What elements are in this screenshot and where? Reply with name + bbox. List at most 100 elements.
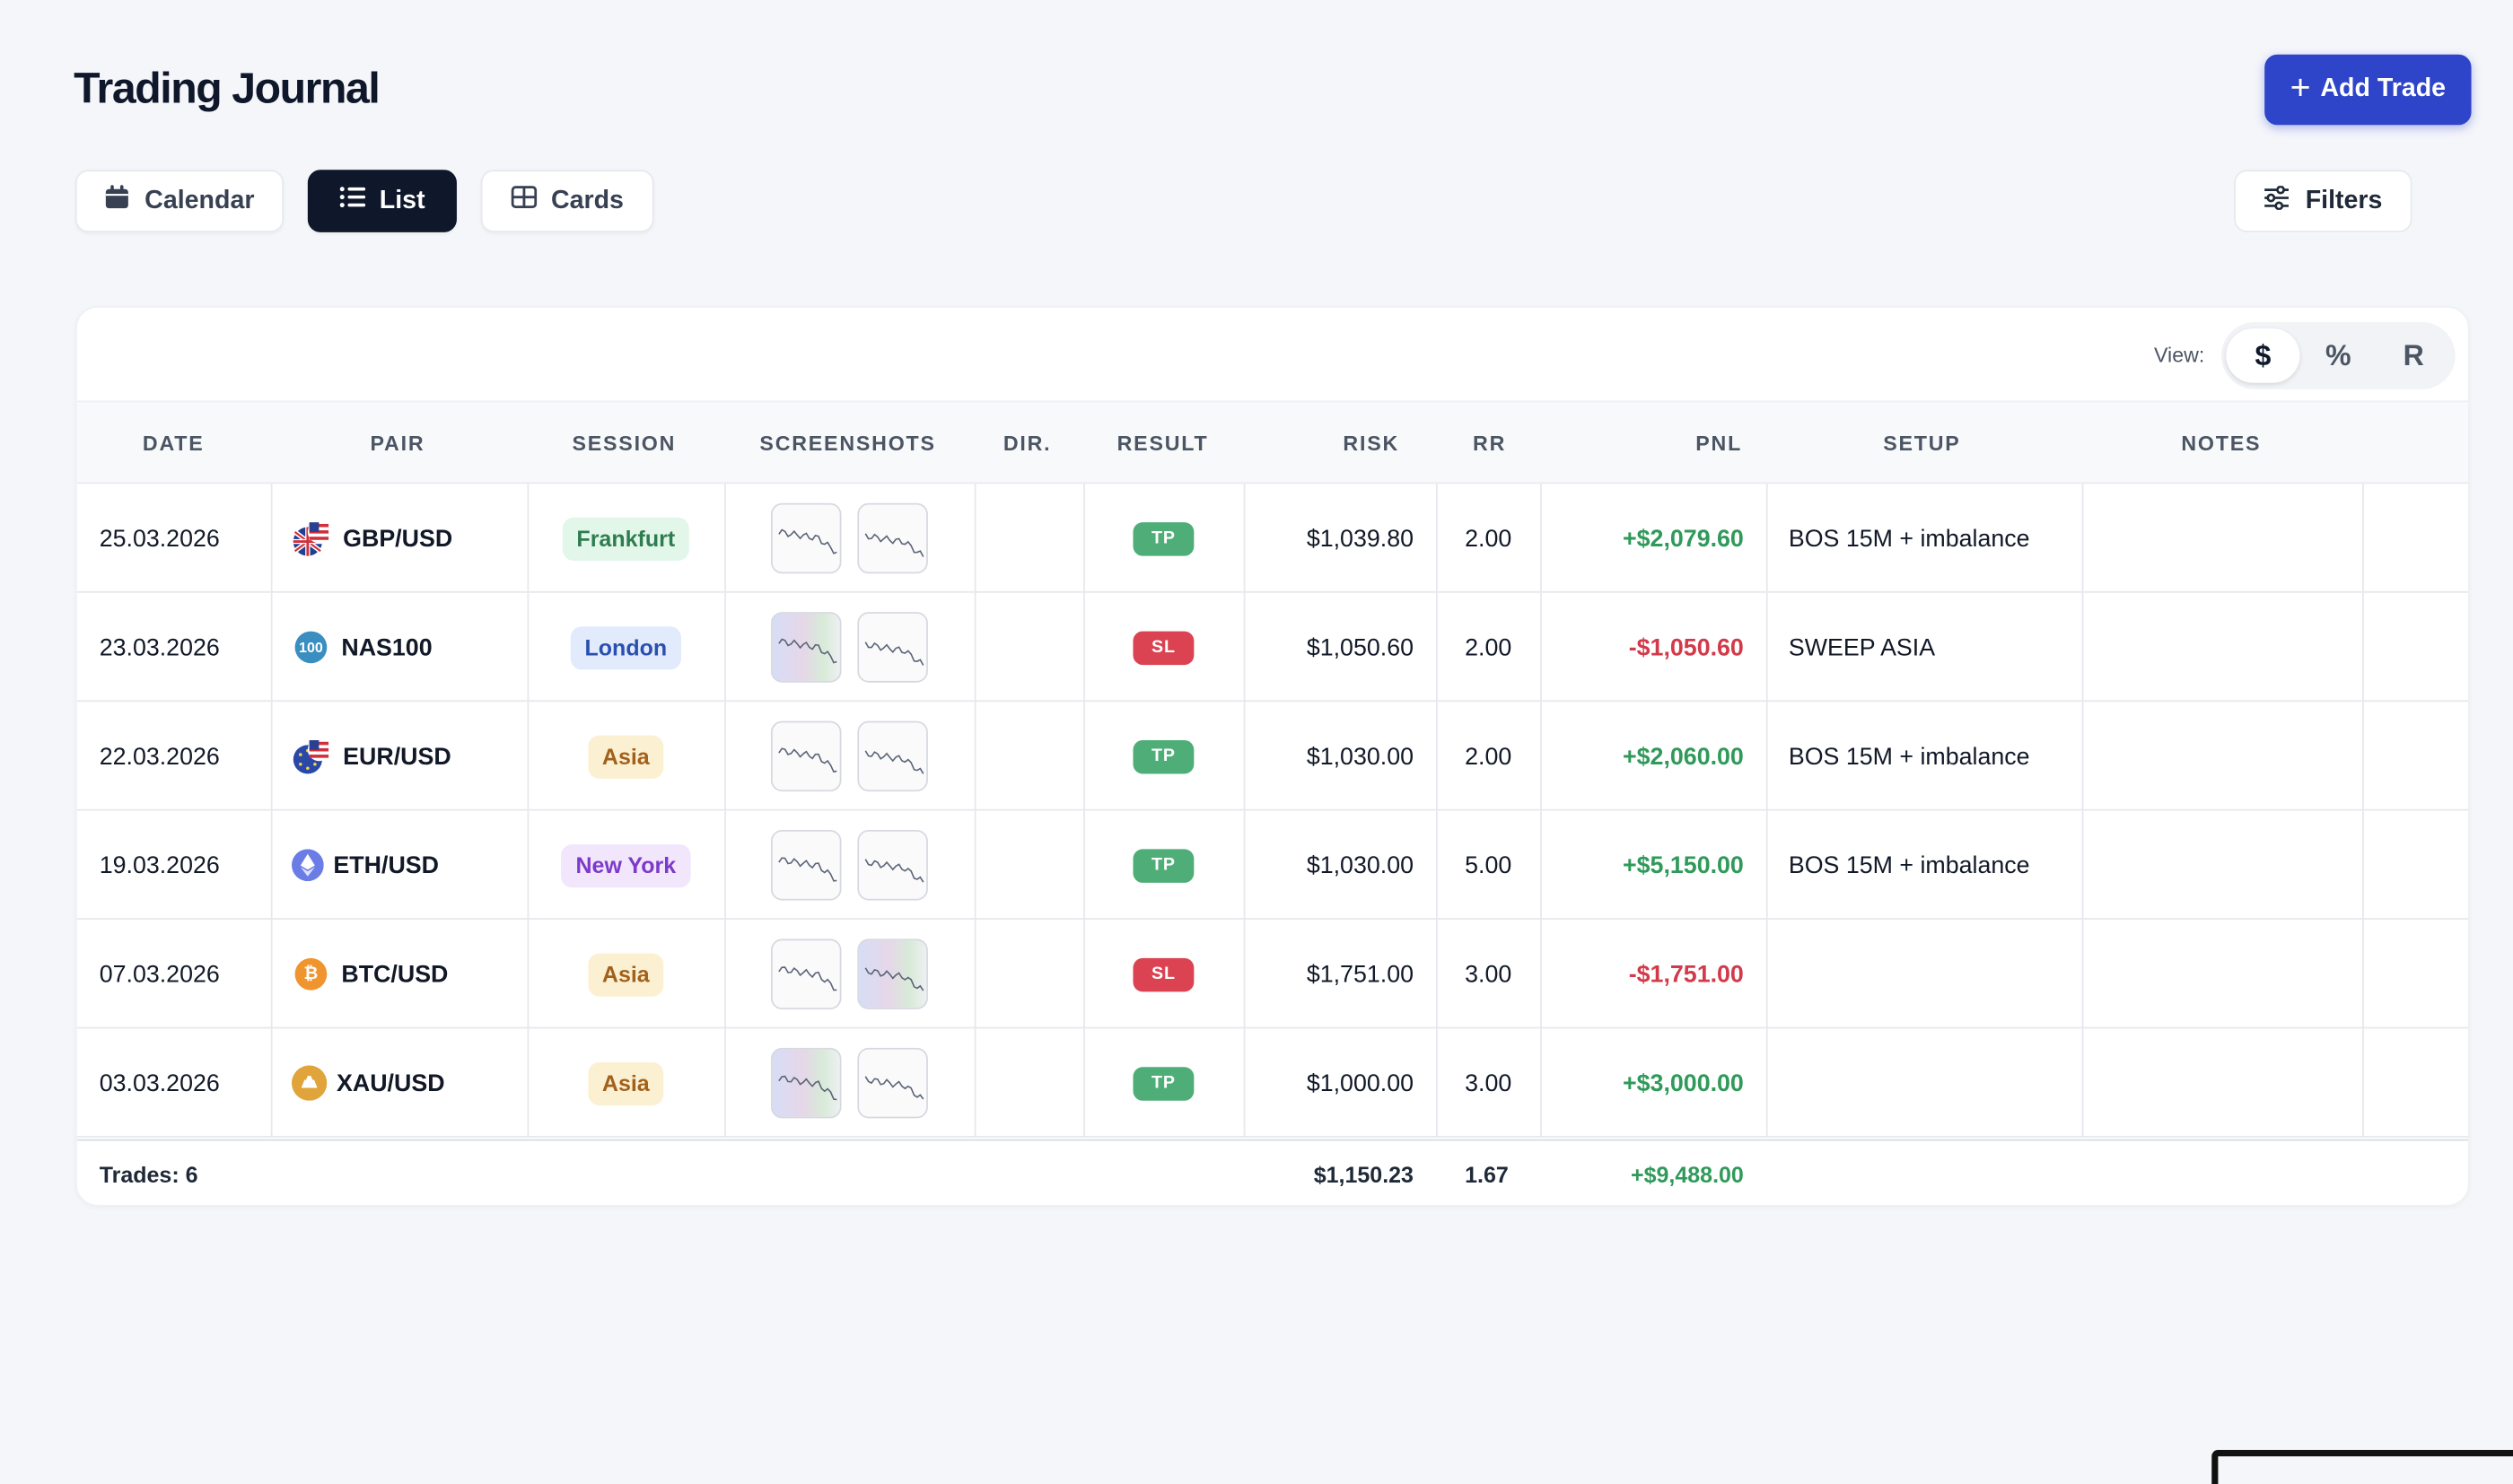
trade-pair: ETH/USD: [291, 811, 440, 920]
trade-pair-label: XAU/USD: [336, 1069, 445, 1097]
session-badge: London: [570, 625, 682, 669]
trade-pair: EUR/USD: [292, 702, 451, 810]
trade-session: New York: [527, 811, 724, 920]
trade-risk: $1,000.00: [1306, 1069, 1414, 1097]
gbp-usd-flag-icon: [292, 519, 333, 558]
trade-session: Frankfurt: [527, 484, 724, 592]
trade-result: TP: [1132, 811, 1195, 920]
screenshot-thumbnail[interactable]: [857, 1047, 928, 1119]
screenshot-thumbnail[interactable]: [770, 502, 842, 574]
plus-icon: +: [2290, 66, 2311, 108]
grid-icon: [511, 186, 537, 216]
column-direction[interactable]: Dir.: [1003, 431, 1052, 455]
table-row[interactable]: 07.03.2026 ₿ BTC/USD Asia SL $1,751.00 3.00 -$1…: [76, 919, 2468, 1029]
column-notes[interactable]: Notes: [2181, 431, 2261, 455]
trade-pair: GBP/USD: [292, 484, 452, 592]
column-pnl[interactable]: PNL: [1695, 431, 1742, 455]
display-mode-dollar[interactable]: $: [2226, 328, 2300, 383]
tab-list[interactable]: List: [307, 170, 457, 232]
filters-button[interactable]: Filters: [2234, 170, 2412, 232]
trades-count: Trades: 6: [99, 1161, 198, 1188]
bitcoin-icon: ₿: [294, 957, 328, 991]
nas100-icon: 100: [294, 631, 328, 664]
table-row[interactable]: 23.03.2026 100 NAS100 London SL $1,050.60 2.00…: [76, 592, 2468, 703]
screenshot-thumbnail[interactable]: [770, 720, 842, 792]
average-risk: $1,150.23: [1313, 1161, 1414, 1188]
column-session[interactable]: Session: [572, 431, 676, 455]
screenshot-thumbnail[interactable]: [770, 829, 842, 901]
table-row[interactable]: 22.03.2026 EUR/USD Asia TP $1,030.00 2.00 +$2,…: [76, 702, 2468, 811]
table-header: Date Pair Session Screenshots Dir. Resul…: [76, 400, 2468, 484]
trade-screenshots: [770, 920, 928, 1028]
trade-screenshots: [770, 593, 928, 702]
trade-pnl: +$5,150.00: [1623, 851, 1744, 879]
trade-session: Asia: [527, 920, 724, 1028]
table-row[interactable]: 19.03.2026 ETH/USD New York TP $1,030.00 5.00…: [76, 810, 2468, 920]
tab-cards[interactable]: Cards: [480, 170, 654, 232]
tab-calendar[interactable]: Calendar: [74, 170, 285, 232]
trade-risk: $1,050.60: [1306, 633, 1414, 661]
trade-screenshots: [770, 702, 928, 810]
trading-journal-page: Trading Journal + Add Trade Calendar Lis…: [0, 0, 2513, 1484]
trade-setup: SWEEP ASIA: [1788, 633, 1936, 661]
trade-setup: BOS 15M + imbalance: [1788, 742, 2030, 771]
column-risk[interactable]: Risk: [1343, 431, 1399, 455]
average-rr: 1.67: [1465, 1161, 1509, 1188]
trade-pair-label: ETH/USD: [333, 851, 440, 879]
screenshot-thumbnail[interactable]: [857, 938, 928, 1009]
trade-rr: 3.00: [1465, 960, 1512, 988]
column-result[interactable]: Result: [1117, 431, 1209, 455]
session-badge: Asia: [587, 1061, 664, 1105]
display-mode-percent[interactable]: %: [2301, 328, 2375, 383]
screenshot-thumbnail[interactable]: [770, 1047, 842, 1119]
trade-date: 03.03.2026: [99, 1069, 220, 1097]
trade-setup: BOS 15M + imbalance: [1788, 851, 2030, 879]
sliders-icon: [2263, 184, 2290, 217]
tab-list-label: List: [379, 187, 425, 214]
display-mode-r[interactable]: R: [2377, 328, 2450, 383]
column-setup[interactable]: Setup: [1883, 431, 1960, 455]
screenshot-thumbnail[interactable]: [857, 612, 928, 683]
trade-screenshots: [770, 811, 928, 920]
trade-rr: 2.00: [1465, 524, 1512, 553]
trade-rr: 3.00: [1465, 1069, 1512, 1097]
trade-pnl: +$3,000.00: [1623, 1069, 1744, 1097]
trade-date: 07.03.2026: [99, 960, 220, 988]
add-trade-button[interactable]: + Add Trade: [2264, 54, 2472, 126]
list-icon: [339, 186, 365, 216]
session-badge: Asia: [587, 952, 664, 996]
trade-rr: 2.00: [1465, 742, 1512, 771]
gold-icon: [291, 1065, 328, 1101]
trade-screenshots: [770, 484, 928, 592]
result-badge: SL: [1133, 956, 1195, 991]
screenshot-thumbnail[interactable]: [857, 502, 928, 574]
trade-session: Asia: [527, 1028, 724, 1137]
result-badge: SL: [1133, 630, 1195, 665]
table-row[interactable]: 03.03.2026 XAU/USD Asia TP $1,000.00 3.00 +$3,…: [76, 1028, 2468, 1138]
column-rr[interactable]: RR: [1473, 431, 1506, 455]
tab-calendar-label: Calendar: [144, 187, 255, 214]
trade-rr: 2.00: [1465, 633, 1512, 661]
table-row[interactable]: 25.03.2026 GBP/USD Frankfurt TP $1,039.80 2.0…: [76, 484, 2468, 593]
session-badge: Asia: [587, 734, 664, 778]
trade-pair-label: BTC/USD: [341, 960, 449, 988]
column-pair[interactable]: Pair: [370, 431, 425, 455]
preview-thumbnail[interactable]: [2211, 1450, 2513, 1484]
screenshot-thumbnail[interactable]: [770, 612, 842, 683]
column-date[interactable]: Date: [143, 431, 205, 455]
result-badge: TP: [1133, 1066, 1195, 1100]
trade-pnl: +$2,079.60: [1623, 524, 1744, 553]
screenshot-thumbnail[interactable]: [857, 829, 928, 901]
table-footer: Trades: 6 $1,150.23 1.67 +$9,488.00: [76, 1139, 2468, 1205]
trades-table-card: View: $ % R Date Pair Session Screenshot…: [74, 306, 2470, 1207]
trade-rr: 5.00: [1465, 851, 1512, 879]
display-mode-toggle: $ % R: [2220, 321, 2456, 389]
trade-risk: $1,039.80: [1306, 524, 1414, 553]
screenshot-thumbnail[interactable]: [857, 720, 928, 792]
ethereum-icon: [291, 849, 324, 882]
trade-risk: $1,751.00: [1306, 960, 1414, 988]
screenshot-thumbnail[interactable]: [770, 938, 842, 1009]
column-screenshots[interactable]: Screenshots: [759, 431, 935, 455]
trade-date: 22.03.2026: [99, 742, 220, 771]
trade-pnl: -$1,751.00: [1628, 960, 1744, 988]
